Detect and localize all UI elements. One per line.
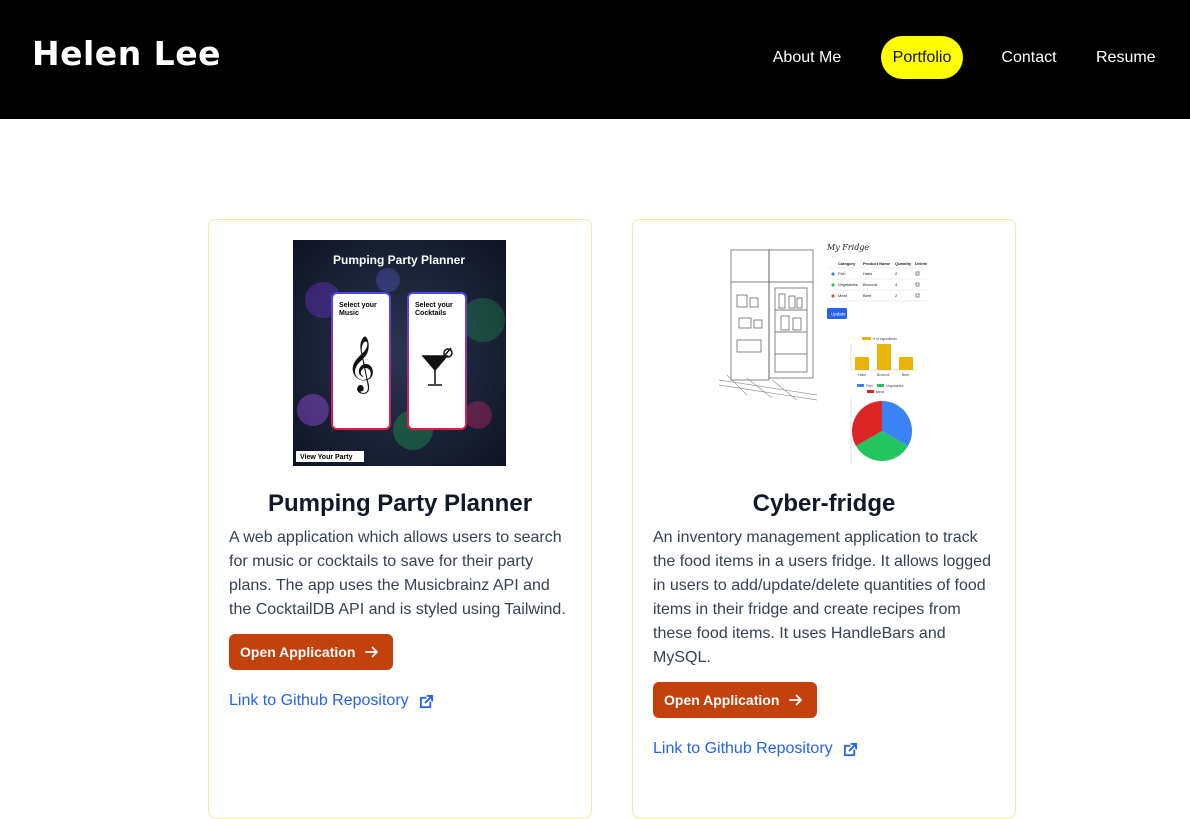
project-description: An inventory management application to t… xyxy=(653,529,991,666)
open-application-button[interactable]: Open Application xyxy=(229,634,394,670)
site-header: Helen Lee About Me Portfolio Contact Res… xyxy=(0,0,1190,119)
project-card-party-planner: Pumping Party Planner Select your Music 𝄞… xyxy=(208,219,592,819)
thumb-cell: Broccoli xyxy=(863,282,877,287)
github-repo-link[interactable]: Link to Github Repository xyxy=(653,740,858,758)
treble-clef-icon: 𝄞 xyxy=(347,336,375,394)
nav-contact[interactable]: Contact xyxy=(1001,36,1057,79)
open-application-label: Open Application xyxy=(240,644,356,660)
thumb-fridge-heading: My Fridge xyxy=(826,243,869,252)
open-application-label: Open Application xyxy=(664,692,780,708)
external-link-icon xyxy=(843,742,857,756)
thumb-bar-label: Hake xyxy=(858,373,866,377)
project-thumbnail: My Fridge Category Product Name Quantity… xyxy=(717,240,930,466)
thumb-pie-chart xyxy=(851,401,913,462)
nav-portfolio[interactable]: Portfolio xyxy=(881,36,963,79)
thumb-bar-label: Beef xyxy=(902,373,909,377)
open-application-button[interactable]: Open Application xyxy=(653,682,818,718)
project-title: Cyber-fridge xyxy=(752,490,896,517)
thumb-cell: Beef xyxy=(863,293,872,298)
nav-about-me[interactable]: About Me xyxy=(771,36,843,79)
arrow-right-icon xyxy=(789,694,803,706)
thumb-update-button: Update xyxy=(831,312,846,317)
thumb-col-category: Category xyxy=(838,261,856,266)
github-repo-label: Link to Github Repository xyxy=(229,692,409,709)
thumb-bar-label: Broccoli xyxy=(877,373,890,377)
thumb-cell: Meat xyxy=(838,293,848,298)
thumb-pie-legend: Vegetables xyxy=(886,384,904,388)
github-repo-link[interactable]: Link to Github Repository xyxy=(229,692,434,710)
thumb-col-product: Product Name xyxy=(863,261,891,266)
project-description: A web application which allows users to … xyxy=(229,529,566,618)
nav-resume[interactable]: Resume xyxy=(1096,36,1156,79)
thumb-col-quantity: Quantity xyxy=(895,261,912,266)
external-link-icon xyxy=(419,694,433,708)
thumb-heading: Pumping Party Planner xyxy=(333,253,465,267)
thumb-cell: Vegetables xyxy=(838,282,858,287)
thumb-cell: Fish xyxy=(838,271,846,276)
thumb-pie-legend: Fish xyxy=(866,384,873,388)
github-repo-label: Link to Github Repository xyxy=(653,740,833,757)
project-thumbnail: Pumping Party Planner Select your Music 𝄞… xyxy=(293,240,506,466)
main-nav: About Me Portfolio Contact Resume xyxy=(0,0,1190,119)
thumb-bar-legend: # of ingredients xyxy=(873,337,897,341)
thumb-pie-legend: Meat xyxy=(876,390,884,394)
thumb-cell: Hake xyxy=(863,271,873,276)
thumb-view-party-button: View Your Party xyxy=(300,454,353,461)
thumb-col-delete: Delete xyxy=(915,261,928,266)
arrow-right-icon xyxy=(365,646,379,658)
project-card-cyber-fridge: My Fridge Category Product Name Quantity… xyxy=(632,219,1016,819)
project-title: Pumping Party Planner xyxy=(267,490,533,517)
